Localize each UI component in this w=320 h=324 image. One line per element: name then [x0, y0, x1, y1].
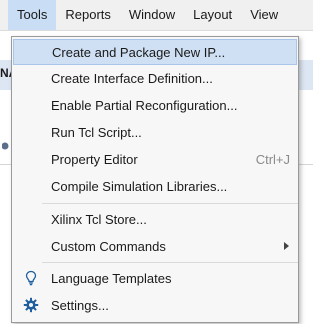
menu-separator [42, 203, 298, 204]
menu-item-property-editor[interactable]: Property Editor Ctrl+J [13, 146, 297, 172]
menu-layout-label: Layout [193, 7, 233, 22]
menu-item-label: Compile Simulation Libraries... [51, 178, 228, 194]
menu-view-label: View [250, 7, 279, 22]
lightbulb-icon [25, 270, 37, 286]
menu-item-label: Language Templates [51, 270, 172, 286]
menu-item-create-interface-definition[interactable]: Create Interface Definition... [13, 65, 297, 91]
menu-tools[interactable]: Tools [8, 0, 57, 30]
menu-tools-label: Tools [17, 7, 48, 22]
menu-item-label: Xilinx Tcl Store... [51, 211, 147, 227]
menu-item-label: Enable Partial Reconfiguration... [51, 97, 238, 113]
menu-item-shortcut: Ctrl+J [255, 151, 290, 167]
menu-view[interactable]: View [241, 0, 287, 30]
menu-layout[interactable]: Layout [184, 0, 241, 30]
menu-item-enable-partial-reconfiguration[interactable]: Enable Partial Reconfiguration... [13, 92, 297, 118]
menu-item-label: Create Interface Definition... [51, 70, 213, 86]
gear-icon [23, 297, 39, 313]
submenu-arrow-icon [284, 242, 289, 250]
menu-reports-label: Reports [65, 7, 111, 22]
menu-item-custom-commands[interactable]: Custom Commands [13, 233, 297, 259]
menu-separator [42, 262, 298, 263]
menu-reports[interactable]: Reports [56, 0, 120, 30]
menu-item-language-templates[interactable]: Language Templates [13, 265, 297, 291]
menu-item-label: Create and Package New IP... [52, 44, 226, 60]
menu-item-create-package-ip[interactable]: Create and Package New IP... [13, 39, 297, 65]
menu-item-label: Run Tcl Script... [51, 124, 142, 140]
menu-item-xilinx-tcl-store[interactable]: Xilinx Tcl Store... [13, 206, 297, 232]
menu-bar: Tools Reports Window Layout View [0, 0, 313, 31]
menu-item-label: Property Editor [51, 151, 138, 167]
menu-item-label: Custom Commands [51, 238, 166, 254]
tools-dropdown-menu: Create and Package New IP... Create Inte… [11, 36, 299, 323]
menu-item-run-tcl-script[interactable]: Run Tcl Script... [13, 119, 297, 145]
menu-item-label: Settings... [51, 297, 109, 313]
menu-window-label: Window [128, 7, 176, 22]
menu-item-compile-simulation-libraries[interactable]: Compile Simulation Libraries... [13, 173, 297, 199]
menu-item-settings[interactable]: Settings... [13, 292, 297, 318]
menu-window[interactable]: Window [120, 0, 184, 30]
